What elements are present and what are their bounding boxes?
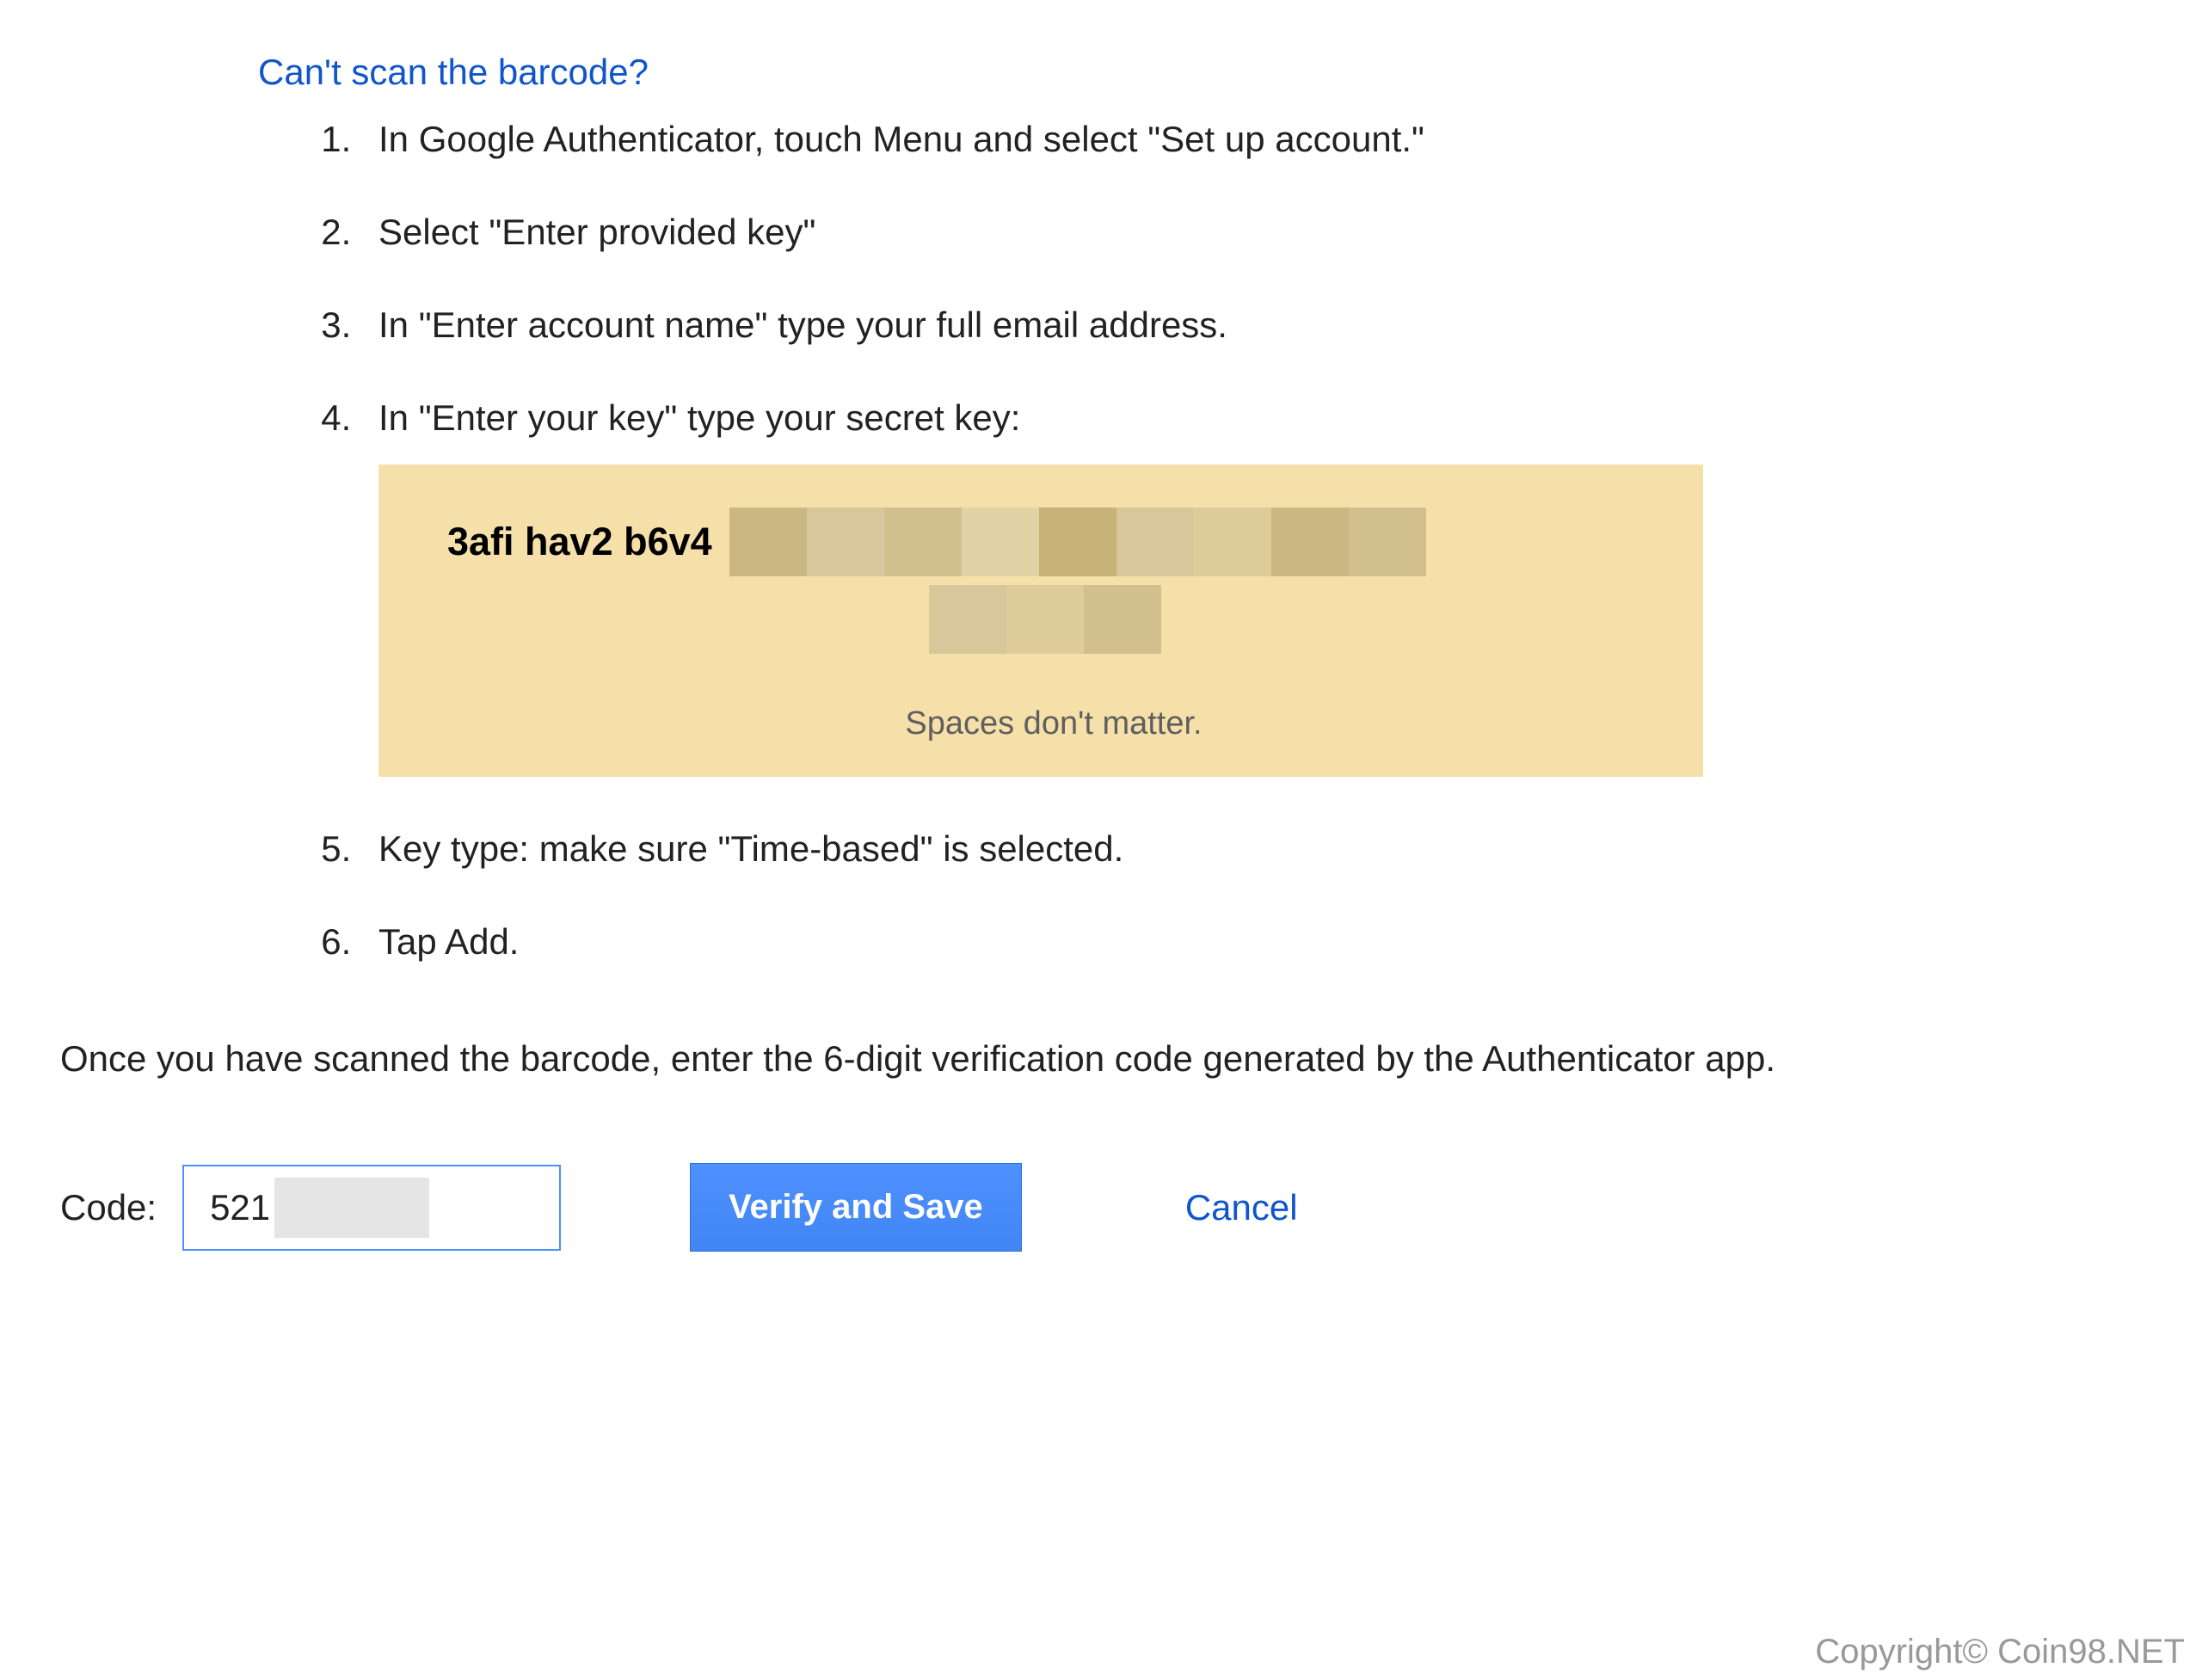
steps-list: In Google Authenticator, touch Menu and …: [361, 119, 2150, 963]
copyright-text: Copyright© Coin98.NET: [1815, 1633, 2185, 1671]
code-input-value: 521: [210, 1187, 270, 1228]
redacted-key-icon: [729, 508, 1426, 576]
instruction-text: Once you have scanned the barcode, enter…: [60, 1031, 2039, 1086]
step-2: Select "Enter provided key": [361, 212, 2150, 253]
secret-key-block: 3afi hav2 b6v4 Spaces don't matter.: [378, 465, 1703, 777]
verify-and-save-button[interactable]: Verify and Save: [690, 1163, 1022, 1252]
secret-key-visible: 3afi hav2 b6v4: [447, 520, 712, 564]
code-input[interactable]: 521: [182, 1165, 561, 1251]
step-6: Tap Add.: [361, 921, 2150, 963]
redacted-code-icon: [274, 1178, 429, 1238]
cant-scan-heading[interactable]: Can't scan the barcode?: [258, 52, 2150, 93]
secret-key-hint: Spaces don't matter.: [447, 705, 1660, 742]
step-3-text: In "Enter account name" type your full e…: [378, 305, 1227, 345]
step-1-text: In Google Authenticator, touch Menu and …: [378, 119, 1424, 159]
step-6-text: Tap Add.: [378, 921, 519, 962]
step-5-text: Key type: make sure "Time-based" is sele…: [378, 828, 1123, 869]
step-1: In Google Authenticator, touch Menu and …: [361, 119, 2150, 160]
step-5: Key type: make sure "Time-based" is sele…: [361, 828, 2150, 870]
cancel-link[interactable]: Cancel: [1185, 1187, 1298, 1228]
code-label: Code:: [60, 1187, 157, 1228]
redacted-key-icon-2: [929, 585, 1660, 654]
step-4-text: In "Enter your key" type your secret key…: [378, 397, 1020, 438]
step-3: In "Enter account name" type your full e…: [361, 305, 2150, 346]
step-2-text: Select "Enter provided key": [378, 212, 815, 252]
code-form-row: Code: 521 Verify and Save Cancel: [60, 1163, 2150, 1252]
step-4: In "Enter your key" type your secret key…: [361, 397, 2150, 777]
